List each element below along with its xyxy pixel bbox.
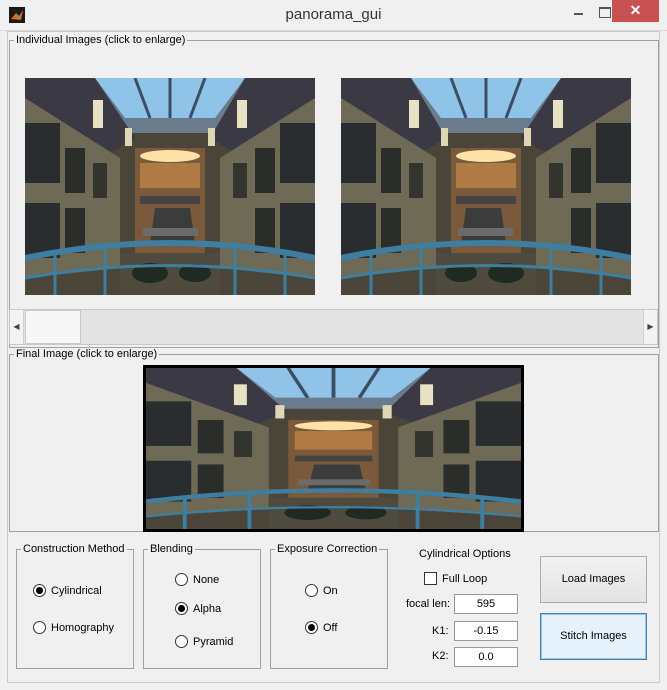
scroll-right-icon[interactable]: ▶ <box>643 310 657 344</box>
radio-button-icon[interactable] <box>175 602 188 615</box>
scroll-thumb[interactable] <box>25 310 81 344</box>
stitch-images-button[interactable]: Stitch Images <box>540 613 647 660</box>
blending-legend: Blending <box>150 543 193 555</box>
individual-image-left[interactable] <box>25 78 315 295</box>
radio-button-icon[interactable] <box>33 621 46 634</box>
radio-homography[interactable]: Homography <box>33 621 114 634</box>
exposure-correction-group: Exposure Correction <box>270 543 388 669</box>
radio-button-icon[interactable] <box>305 584 318 597</box>
radio-button-icon[interactable] <box>33 584 46 597</box>
full-loop-checkbox[interactable]: Full Loop <box>424 572 487 585</box>
radio-on[interactable]: On <box>305 584 338 597</box>
full-loop-label: Full Loop <box>442 572 488 585</box>
minimize-icon[interactable] <box>563 0 593 22</box>
radio-pyramid-label: Pyramid <box>193 635 234 648</box>
exposure-correction-legend: Exposure Correction <box>277 543 378 555</box>
checkbox-icon[interactable] <box>424 572 437 585</box>
construction-method-legend: Construction Method <box>23 543 125 555</box>
k1-label: K1: <box>432 625 449 637</box>
cylindrical-options-title: Cylindrical Options <box>419 548 511 560</box>
title-bar: panorama_gui ✕ <box>0 0 667 31</box>
k1-input[interactable]: -0.15 <box>454 621 518 641</box>
load-images-button[interactable]: Load Images <box>540 556 647 603</box>
close-icon[interactable]: ✕ <box>612 0 659 22</box>
window-content: Individual Images (click to enlarge) ◀ ▶… <box>7 31 660 683</box>
radio-none-label: None <box>193 573 220 586</box>
focal-len-label: focal len: <box>406 598 451 610</box>
radio-none[interactable]: None <box>175 573 219 586</box>
image-scrollbar[interactable]: ◀ ▶ <box>9 309 658 345</box>
radio-off-label: Off <box>323 621 338 634</box>
scroll-left-icon[interactable]: ◀ <box>10 310 24 344</box>
radio-homography-label: Homography <box>51 621 114 634</box>
radio-button-icon[interactable] <box>175 573 188 586</box>
focal-len-input[interactable]: 595 <box>454 594 518 614</box>
radio-alpha[interactable]: Alpha <box>175 602 221 615</box>
radio-on-label: On <box>323 584 338 597</box>
construction-method-group: Construction Method <box>16 543 134 669</box>
individual-images-legend: Individual Images (click to enlarge) <box>16 34 186 46</box>
radio-cylindrical[interactable]: Cylindrical <box>33 584 102 597</box>
radio-button-icon[interactable] <box>175 635 188 648</box>
radio-alpha-label: Alpha <box>193 602 222 615</box>
radio-cylindrical-label: Cylindrical <box>51 584 102 597</box>
final-panorama-image[interactable] <box>143 365 524 532</box>
radio-button-icon[interactable] <box>305 621 318 634</box>
k2-label: K2: <box>432 650 449 662</box>
radio-pyramid[interactable]: Pyramid <box>175 635 233 648</box>
radio-off[interactable]: Off <box>305 621 337 634</box>
k2-input[interactable]: 0.0 <box>454 647 518 667</box>
individual-image-right[interactable] <box>341 78 631 295</box>
final-image-legend: Final Image (click to enlarge) <box>16 348 158 360</box>
